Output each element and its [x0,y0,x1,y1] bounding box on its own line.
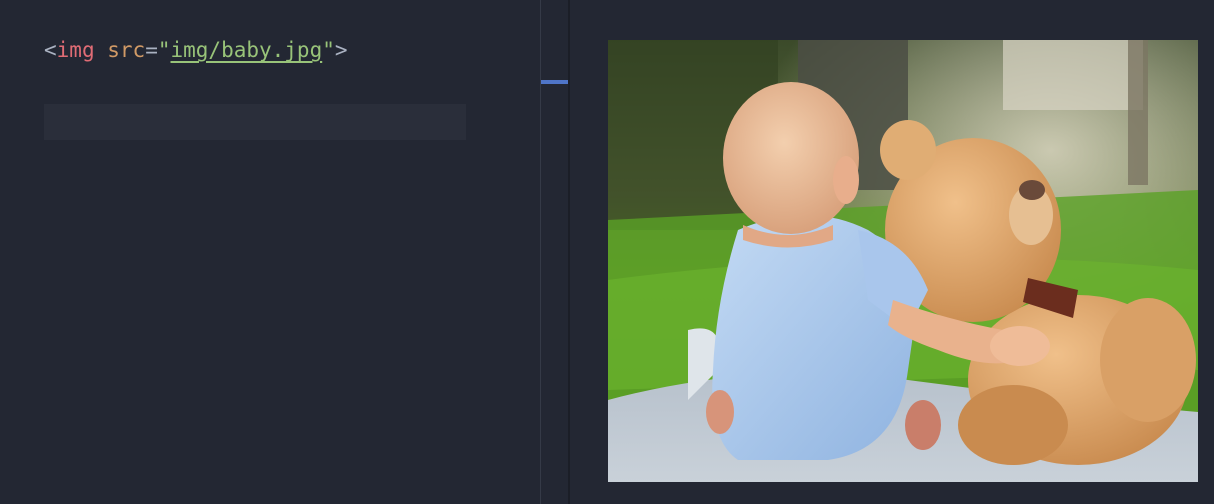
attribute-name: src [107,38,146,62]
open-angle-bracket: < [44,38,57,62]
code-line-1[interactable]: <img src="img/baby.jpg"> [44,33,348,67]
equals-sign: = [145,38,158,62]
code-editor[interactable]: <img src="img/baby.jpg"> [0,0,540,504]
attribute-value-link[interactable]: img/baby.jpg [171,38,323,62]
scroll-position-marker [541,80,568,84]
quote-open: " [157,38,171,62]
active-line-highlight[interactable] [44,104,466,140]
close-angle-bracket: > [334,38,348,62]
quote-close: " [322,38,335,62]
preview-image-baby-teddy-bear [608,40,1198,482]
split-gutter[interactable] [541,0,568,504]
tag-name: img [56,38,95,62]
